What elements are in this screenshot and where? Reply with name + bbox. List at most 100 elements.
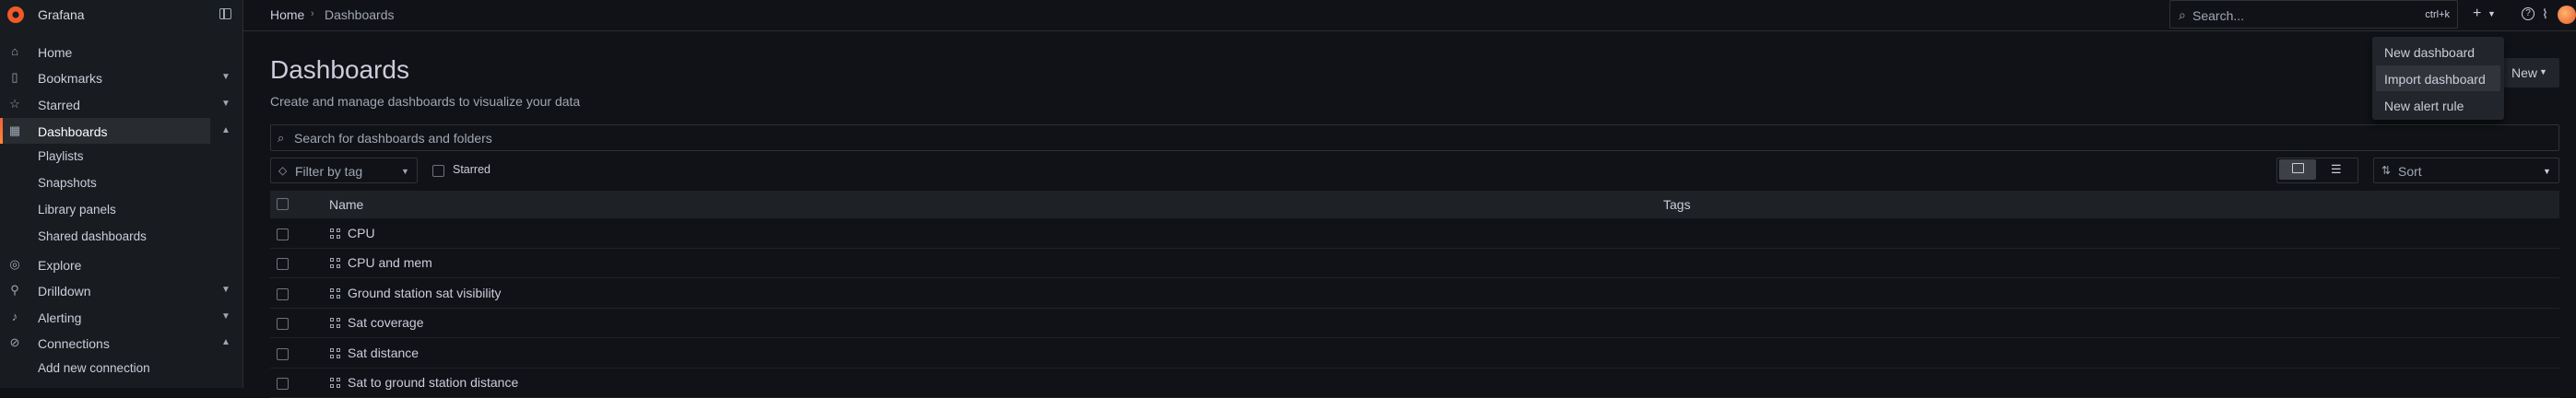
sort-select[interactable]: ⇅ Sort ▼ xyxy=(2373,158,2559,183)
table-row[interactable]: Sat coverage xyxy=(270,309,2559,338)
sidebar-item-starred[interactable]: ☆ Starred ▼ xyxy=(0,91,243,117)
chevron-down-icon: ▼ xyxy=(2543,167,2551,176)
sidebar-subitem-snapshots[interactable]: Snapshots xyxy=(38,176,97,198)
bell-icon: ♪ xyxy=(11,310,18,323)
search-placeholder: Search... xyxy=(2192,8,2245,23)
global-search-input[interactable]: ⌕ Search... ctrl+k xyxy=(2169,0,2458,29)
dashboard-icon xyxy=(330,318,340,328)
row-name-link[interactable]: Ground station sat visibility xyxy=(348,286,502,300)
table-row[interactable]: Sat distance xyxy=(270,339,2559,369)
sidebar-subitem-library-panels[interactable]: Library panels xyxy=(38,203,116,225)
apps-icon: ▦ xyxy=(8,123,21,137)
chevron-down-icon[interactable]: ▼ xyxy=(221,285,230,295)
list-view-button[interactable]: ☰ xyxy=(2318,159,2355,180)
menu-item-new-dashboard[interactable]: New dashboard xyxy=(2376,39,2500,64)
plus-icon[interactable]: + xyxy=(2473,6,2481,22)
sidebar-subitem-add-new-connection[interactable]: Add new connection xyxy=(38,361,150,383)
sidebar-item-explore[interactable]: ◎ Explore xyxy=(0,252,243,277)
chevron-down-icon[interactable]: ▼ xyxy=(221,99,230,109)
search-icon: ⌕ xyxy=(278,131,285,145)
new-button-label: New xyxy=(2511,65,2538,80)
select-all-checkbox[interactable] xyxy=(277,198,289,210)
row-name-link[interactable]: CPU xyxy=(348,226,375,240)
column-header-tags: Tags xyxy=(1663,197,1691,212)
page-title: Dashboards xyxy=(270,55,409,84)
row-checkbox[interactable] xyxy=(277,288,289,300)
chevron-down-icon[interactable]: ▼ xyxy=(2487,9,2496,18)
table-row[interactable]: CPU xyxy=(270,219,2559,249)
sidebar-item-bookmarks[interactable]: ▯ Bookmarks ▼ xyxy=(0,64,243,90)
list-icon: ☰ xyxy=(2331,162,2342,176)
table-row[interactable]: Sat to ground station distance xyxy=(270,369,2559,398)
table-header xyxy=(270,191,2559,218)
starred-label[interactable]: Starred xyxy=(453,163,490,176)
plug-icon: ⊘ xyxy=(9,335,20,349)
news-icon[interactable]: ⌇ xyxy=(2542,6,2548,22)
row-checkbox[interactable] xyxy=(277,228,289,240)
folder-icon xyxy=(2292,163,2304,173)
dock-menu-icon[interactable] xyxy=(219,8,231,19)
row-checkbox[interactable] xyxy=(277,348,289,360)
dashboard-icon xyxy=(330,288,340,298)
row-checkbox[interactable] xyxy=(277,318,289,330)
compass-icon: ◎ xyxy=(9,257,20,271)
sidebar-item-label: Bookmarks xyxy=(38,71,103,86)
chevron-up-icon[interactable]: ▲ xyxy=(221,337,230,347)
new-dropdown-menu: New dashboard Import dashboard New alert… xyxy=(2372,37,2504,120)
brand: Grafana xyxy=(0,0,243,31)
row-name-link[interactable]: Sat coverage xyxy=(348,315,424,330)
new-button[interactable]: New ▼ xyxy=(2500,58,2559,88)
tag-filter-placeholder: Filter by tag xyxy=(295,164,363,179)
folder-view-button[interactable] xyxy=(2279,159,2316,180)
home-icon: ⌂ xyxy=(11,44,18,58)
dashboard-icon xyxy=(330,228,340,239)
chevron-down-icon[interactable]: ▼ xyxy=(221,72,230,82)
dashboard-search-input[interactable]: ⌕ Search for dashboards and folders xyxy=(270,124,2559,151)
search-icon: ⌕ xyxy=(2179,7,2186,22)
tag-filter-select[interactable]: ◇ Filter by tag ▼ xyxy=(270,158,418,183)
sidebar-item-dashboards[interactable]: ▦ Dashboards ▲ xyxy=(0,118,230,144)
sort-icon: ⇅ xyxy=(2381,164,2392,177)
sidebar-subitem-shared-dashboards[interactable]: Shared dashboards xyxy=(38,229,147,252)
dashboard-icon xyxy=(330,258,340,268)
breadcrumb-home[interactable]: Home xyxy=(270,7,304,22)
sidebar: Grafana ⌂ Home ▯ Bookmarks ▼ ☆ Starred ▼… xyxy=(0,0,243,388)
column-header-name[interactable]: Name xyxy=(329,197,363,212)
chevron-down-icon: ▼ xyxy=(2539,67,2547,76)
row-checkbox[interactable] xyxy=(277,378,289,390)
bookmark-icon: ▯ xyxy=(11,70,18,84)
star-icon: ☆ xyxy=(9,97,20,111)
sidebar-item-alerting[interactable]: ♪ Alerting ▼ xyxy=(0,304,243,330)
row-name-link[interactable]: Sat distance xyxy=(348,345,419,360)
chevron-down-icon: ▼ xyxy=(401,167,409,176)
menu-item-import-dashboard[interactable]: Import dashboard xyxy=(2376,65,2500,91)
menu-item-label: New dashboard xyxy=(2384,45,2476,60)
row-checkbox[interactable] xyxy=(277,258,289,270)
drilldown-icon: ⚲ xyxy=(10,283,19,297)
menu-item-label: Import dashboard xyxy=(2384,72,2486,87)
table-row[interactable]: CPU and mem xyxy=(270,249,2559,278)
sidebar-item-connections[interactable]: ⊘ Connections ▲ xyxy=(0,330,243,356)
sidebar-item-label: Home xyxy=(38,45,73,60)
sidebar-item-label: Drilldown xyxy=(38,284,91,298)
starred-checkbox[interactable] xyxy=(432,165,444,177)
help-icon[interactable]: ? xyxy=(2522,7,2535,20)
sidebar-subitem-playlists[interactable]: Playlists xyxy=(38,149,84,171)
sidebar-item-label: Connections xyxy=(38,336,110,351)
tag-icon: ◇ xyxy=(278,164,288,177)
avatar[interactable] xyxy=(2558,6,2576,24)
grafana-logo-icon[interactable] xyxy=(7,6,24,23)
row-name-link[interactable]: CPU and mem xyxy=(348,255,432,270)
dashboard-icon xyxy=(330,378,340,388)
chevron-up-icon[interactable]: ▲ xyxy=(221,125,230,135)
menu-item-new-alert-rule[interactable]: New alert rule xyxy=(2376,92,2500,118)
chevron-down-icon[interactable]: ▼ xyxy=(221,311,230,322)
sort-placeholder: Sort xyxy=(2398,164,2422,179)
sidebar-item-label: Starred xyxy=(38,98,80,112)
sidebar-item-home[interactable]: ⌂ Home xyxy=(0,39,243,64)
app-name: Grafana xyxy=(38,7,85,22)
sidebar-item-drilldown[interactable]: ⚲ Drilldown ▼ xyxy=(0,277,243,303)
sidebar-item-label: Alerting xyxy=(38,310,82,325)
page-subtitle: Create and manage dashboards to visualiz… xyxy=(270,94,581,109)
table-row[interactable]: Ground station sat visibility xyxy=(270,279,2559,309)
